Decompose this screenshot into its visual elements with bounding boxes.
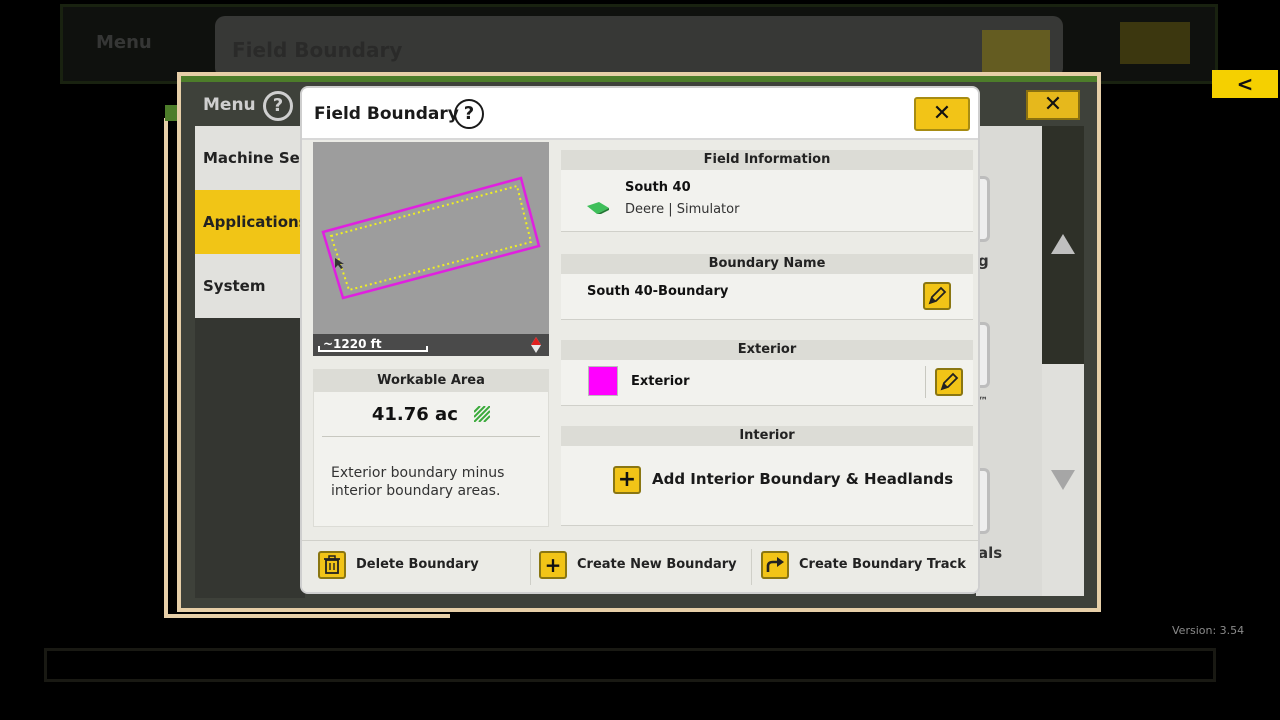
app-tile-label: als bbox=[978, 544, 1003, 562]
version-label: Version: 3.54 bbox=[1172, 624, 1245, 637]
dialog-header: Field Boundary ? ✕ bbox=[302, 88, 978, 140]
exterior-header: Exterior bbox=[561, 340, 973, 360]
app-tiles-column: g ™ als bbox=[966, 126, 1042, 596]
pencil-icon bbox=[928, 286, 947, 305]
edit-exterior-button[interactable] bbox=[935, 368, 963, 396]
background-bottom-frame bbox=[44, 648, 1216, 682]
compass-icon bbox=[531, 337, 541, 353]
divider bbox=[322, 436, 540, 437]
exterior-boundary-outline bbox=[321, 176, 541, 300]
divider bbox=[751, 549, 752, 585]
back-button[interactable]: < bbox=[1212, 70, 1278, 98]
create-new-boundary-button[interactable]: + Create New Boundary bbox=[539, 551, 739, 581]
dialog-footer: Delete Boundary + Create New Boundary Cr… bbox=[302, 540, 978, 592]
field-owner: Deere | Simulator bbox=[625, 202, 740, 217]
plus-icon: + bbox=[613, 466, 641, 494]
create-new-boundary-label: Create New Boundary bbox=[577, 557, 737, 572]
create-boundary-track-button[interactable]: Create Boundary Track bbox=[761, 551, 971, 581]
help-icon[interactable]: ? bbox=[263, 91, 293, 121]
field-information-header: Field Information bbox=[561, 150, 973, 170]
workable-area-header: Workable Area bbox=[314, 370, 548, 392]
boundary-name-section: Boundary Name South 40-Boundary bbox=[561, 254, 973, 320]
add-interior-boundary-button[interactable]: + Add Interior Boundary & Headlands bbox=[613, 466, 953, 494]
interior-header: Interior bbox=[561, 426, 973, 446]
sidebar-item-system[interactable]: System bbox=[195, 254, 305, 318]
interior-section: Interior + Add Interior Boundary & Headl… bbox=[561, 426, 973, 526]
boundary-name-header: Boundary Name bbox=[561, 254, 973, 274]
scale-label: ~1220 ft bbox=[323, 337, 382, 351]
delete-boundary-button[interactable]: Delete Boundary bbox=[318, 551, 518, 581]
background-close-button bbox=[982, 30, 1050, 72]
exterior-label: Exterior bbox=[631, 374, 690, 389]
boundary-map-drawing bbox=[321, 176, 541, 300]
background-dialog-title: Field Boundary bbox=[232, 38, 403, 62]
menu-header: Menu ? bbox=[195, 84, 305, 128]
arrow-turn-icon bbox=[761, 551, 789, 579]
dialog-title: Field Boundary bbox=[314, 104, 459, 124]
field-name: South 40 bbox=[625, 180, 691, 195]
main-close-button[interactable]: ✕ bbox=[1026, 90, 1080, 120]
menu-title: Menu bbox=[203, 95, 256, 115]
workable-area-description: Exterior boundary minus interior boundar… bbox=[331, 465, 505, 499]
sidebar-item-applications[interactable]: Applications bbox=[195, 190, 305, 254]
divider bbox=[925, 366, 926, 398]
area-hatch-icon bbox=[474, 406, 491, 422]
scroll-down-icon[interactable] bbox=[1051, 470, 1075, 490]
add-interior-boundary-label: Add Interior Boundary & Headlands bbox=[652, 470, 954, 488]
sidebar-empty bbox=[195, 318, 305, 598]
workable-area-panel: Workable Area 41.76 ac Exterior boundary… bbox=[313, 369, 549, 527]
create-boundary-track-label: Create Boundary Track bbox=[799, 557, 966, 572]
divider bbox=[530, 549, 531, 585]
boundary-name-value: South 40-Boundary bbox=[587, 284, 729, 299]
delete-boundary-label: Delete Boundary bbox=[356, 557, 479, 572]
plus-icon: + bbox=[539, 551, 567, 579]
exterior-section: Exterior Exterior bbox=[561, 340, 973, 406]
workable-area-value-row: 41.76 ac bbox=[314, 404, 548, 425]
scroll-up-icon[interactable] bbox=[1051, 234, 1075, 254]
scrollbar[interactable] bbox=[1042, 126, 1084, 596]
field-icon bbox=[587, 202, 609, 214]
map-scale-bar: ~1220 ft bbox=[313, 334, 549, 356]
background-menu-label: Menu bbox=[96, 32, 152, 53]
exterior-color-swatch bbox=[588, 366, 618, 396]
sidebar-item-machine-settings[interactable]: Machine Settings bbox=[195, 126, 305, 190]
background-close-button-2 bbox=[1120, 22, 1190, 64]
close-button[interactable]: ✕ bbox=[914, 97, 970, 131]
field-information-section: Field Information South 40 Deere | Simul… bbox=[561, 150, 973, 232]
trash-icon bbox=[318, 551, 346, 579]
main-window-topbar bbox=[181, 76, 1097, 82]
field-boundary-dialog: Field Boundary ? ✕ ~1220 ft Workable Are bbox=[300, 86, 980, 594]
edit-boundary-name-button[interactable] bbox=[923, 282, 951, 310]
workable-area-value: 41.76 ac bbox=[371, 404, 458, 425]
boundary-map[interactable]: ~1220 ft bbox=[313, 142, 549, 356]
pencil-icon bbox=[940, 372, 959, 391]
dialog-body: ~1220 ft Workable Area 41.76 ac Exterior… bbox=[302, 140, 978, 540]
help-icon[interactable]: ? bbox=[454, 99, 484, 129]
